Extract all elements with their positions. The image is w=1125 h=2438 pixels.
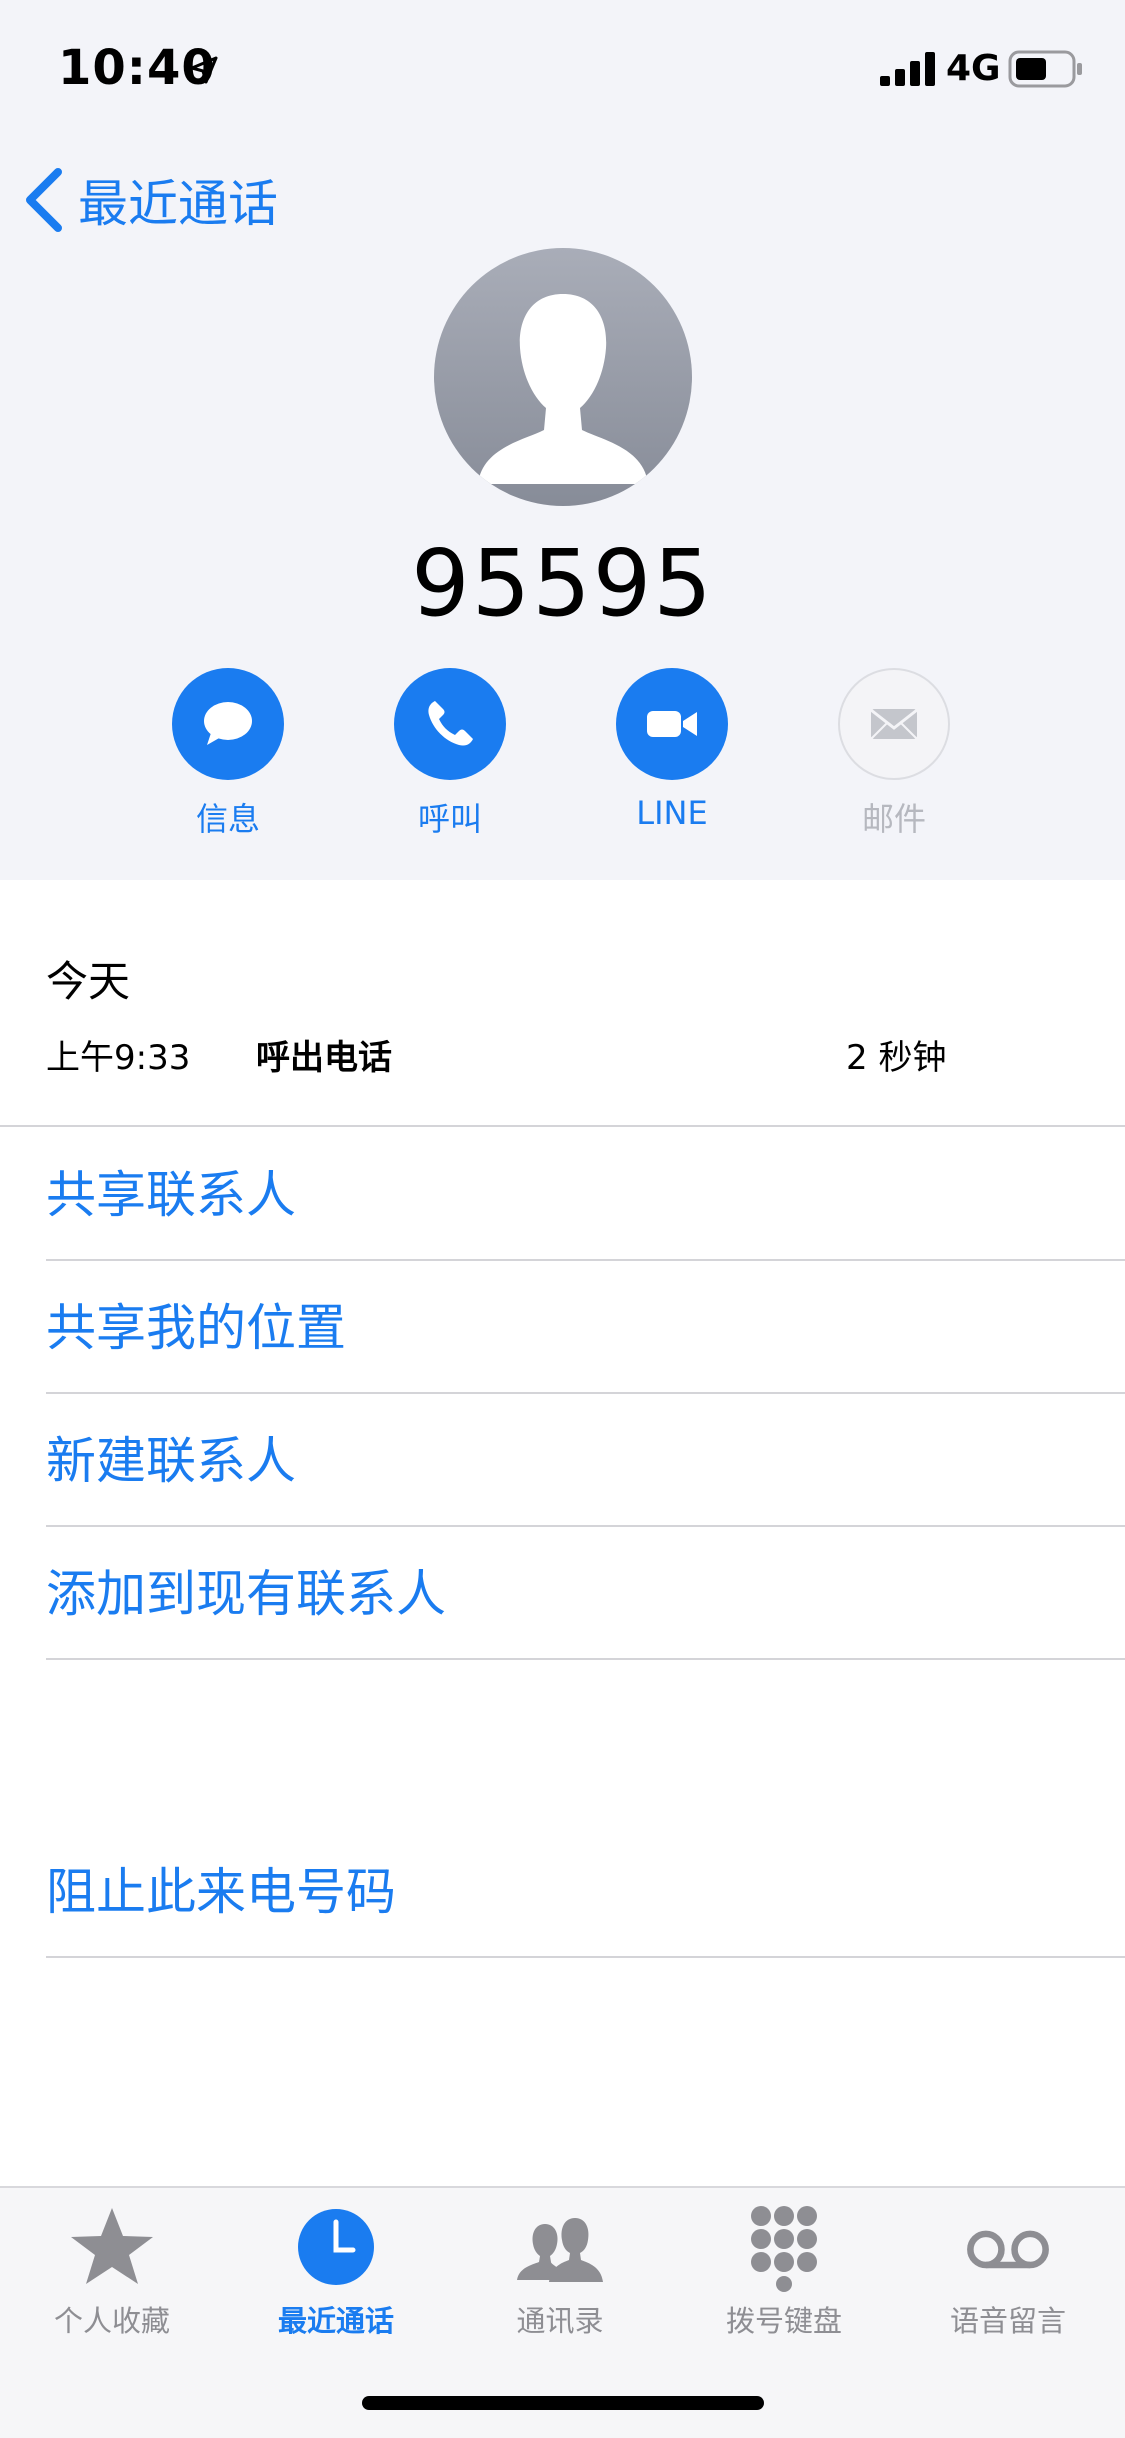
divider xyxy=(46,1525,1125,1527)
tab-label: 通讯录 xyxy=(516,2304,604,2338)
clock-icon xyxy=(298,2209,374,2285)
tab-contacts[interactable]: 通讯录 xyxy=(448,2202,672,2340)
divider xyxy=(46,1392,1125,1394)
network-type: 4G xyxy=(946,48,1001,89)
tab-label: 语音留言 xyxy=(949,2304,1066,2338)
divider xyxy=(0,1125,1125,1127)
keypad-icon xyxy=(751,2206,817,2292)
call-duration: 2 秒钟 xyxy=(846,1038,947,1078)
tab-keypad[interactable]: 拨号键盘 xyxy=(672,2202,896,2340)
call-label: 呼叫 xyxy=(417,800,482,838)
new-contact-button[interactable]: 新建联系人 xyxy=(46,1431,296,1491)
mail-icon xyxy=(870,708,918,740)
call-history-row: 上午9:33 呼出电话 2 秒钟 xyxy=(46,1030,1046,1080)
mail-button[interactable]: 邮件 xyxy=(804,668,984,840)
line-video-button[interactable]: LINE xyxy=(582,668,762,832)
history-section-label: 今天 xyxy=(46,957,131,1006)
person-silhouette-icon xyxy=(478,294,648,484)
star-icon xyxy=(71,2208,153,2284)
tab-label: 个人收藏 xyxy=(53,2304,170,2338)
mail-label: 邮件 xyxy=(861,800,926,838)
contacts-icon xyxy=(517,2218,603,2282)
tab-recents[interactable]: 最近通话 xyxy=(224,2202,448,2340)
call-time: 上午9:33 xyxy=(46,1038,191,1078)
block-caller-button[interactable]: 阻止此来电号码 xyxy=(46,1862,396,1922)
add-to-existing-contact-button[interactable]: 添加到现有联系人 xyxy=(46,1564,446,1624)
divider xyxy=(46,1658,1125,1660)
divider xyxy=(46,1956,1125,1958)
tab-favorites[interactable]: 个人收藏 xyxy=(0,2202,224,2340)
action-buttons: 信息 呼叫 LINE 邮件 xyxy=(0,668,1125,848)
back-button[interactable]: 最近通话 xyxy=(22,160,278,240)
share-location-button[interactable]: 共享我的位置 xyxy=(46,1298,346,1358)
chevron-left-icon xyxy=(26,168,62,232)
tab-voicemail[interactable]: 语音留言 xyxy=(896,2202,1120,2340)
share-contact-button[interactable]: 共享联系人 xyxy=(46,1165,296,1225)
tab-label: 最近通话 xyxy=(277,2304,394,2338)
message-label: 信息 xyxy=(195,800,260,838)
contact-number: 95595 xyxy=(411,530,714,637)
home-indicator[interactable] xyxy=(362,2396,764,2410)
phone-icon xyxy=(428,701,473,746)
call-button[interactable]: 呼叫 xyxy=(360,668,540,840)
cellular-signal-icon xyxy=(880,52,935,86)
back-label: 最近通话 xyxy=(78,175,278,233)
call-type: 呼出电话 xyxy=(256,1038,392,1078)
location-arrow-icon xyxy=(190,56,218,84)
message-icon xyxy=(204,702,252,745)
tab-label: 拨号键盘 xyxy=(725,2304,842,2338)
divider xyxy=(46,1259,1125,1261)
voicemail-icon xyxy=(967,2230,1049,2269)
avatar xyxy=(434,248,692,506)
battery-icon xyxy=(1008,50,1082,88)
video-icon xyxy=(647,711,697,737)
message-button[interactable]: 信息 xyxy=(138,668,318,840)
line-label: LINE xyxy=(636,794,708,832)
